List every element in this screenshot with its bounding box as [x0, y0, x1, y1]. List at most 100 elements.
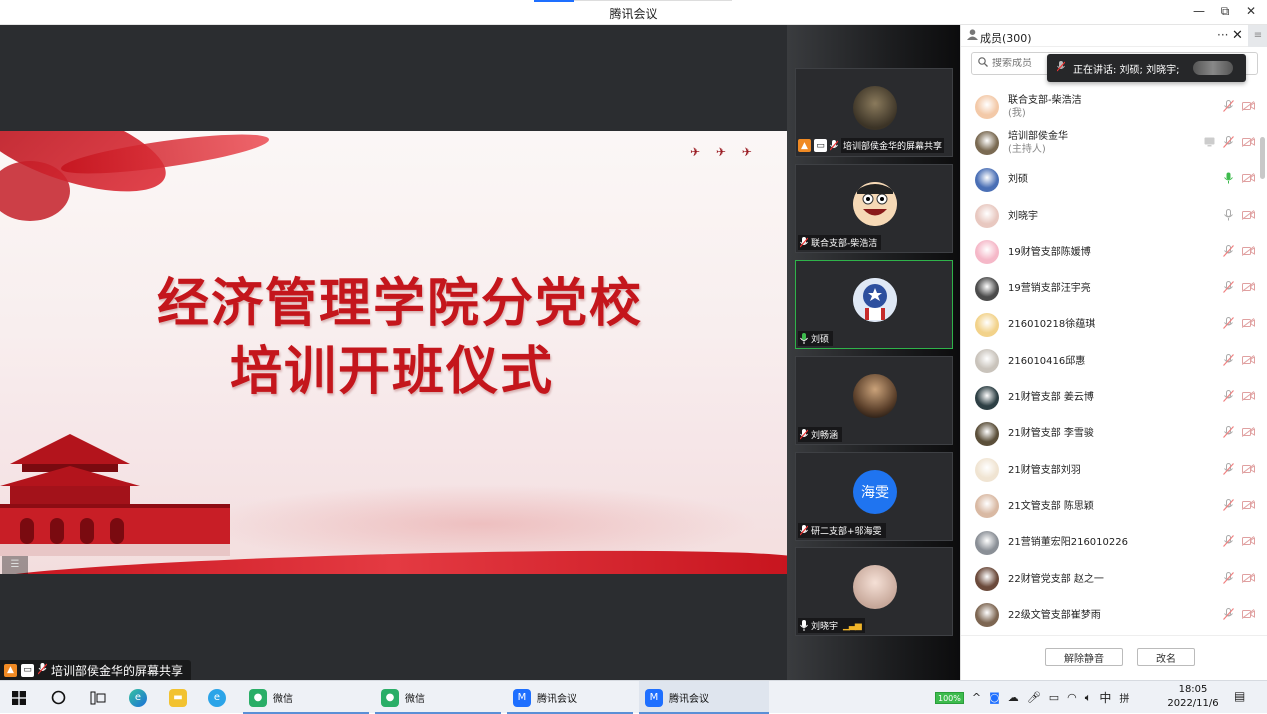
close-panel-button[interactable]: ✕: [1232, 28, 1243, 43]
taskbar-app-tencent-meeting-2[interactable]: M 腾讯会议: [639, 681, 769, 714]
titlebar-accent: [534, 0, 574, 2]
video-tile[interactable]: 联合支部-柴浩洁: [795, 164, 953, 253]
camera-off-icon[interactable]: [1241, 318, 1255, 331]
mic-on-icon[interactable]: [1223, 172, 1234, 187]
mic-muted-icon[interactable]: [1223, 281, 1234, 296]
camera-off-icon[interactable]: [1241, 463, 1255, 477]
onedrive-icon[interactable]: ☁: [1008, 691, 1019, 704]
member-name-block: 216010218徐蕴琪: [1008, 318, 1095, 331]
minimize-button[interactable]: —: [1193, 4, 1205, 19]
member-row[interactable]: 21财管支部刘羽: [961, 452, 1259, 488]
mic-muted-icon[interactable]: [1223, 498, 1234, 514]
window-titlebar: 腾讯会议 — ⧉ ✕: [0, 0, 1267, 25]
video-tile-active-speaker[interactable]: 刘硕: [795, 260, 953, 349]
mic-muted-icon[interactable]: [1223, 99, 1234, 115]
member-name: 21财管支部 姜云博: [1008, 392, 1094, 404]
camera-off-icon[interactable]: [1241, 137, 1255, 150]
member-avatar: [975, 458, 999, 483]
mic-muted-icon[interactable]: [1223, 244, 1234, 260]
restore-button[interactable]: ⧉: [1219, 4, 1231, 19]
mic-muted-icon[interactable]: [1223, 390, 1234, 405]
ie-icon: e: [208, 688, 226, 707]
member-row[interactable]: 21营销董宏阳216010226: [961, 525, 1259, 561]
panel-menu-icon[interactable]: ≡: [1248, 25, 1267, 47]
mic-muted-icon[interactable]: [1223, 535, 1234, 550]
member-row[interactable]: 216010218徐蕴琪: [961, 307, 1259, 343]
rename-button[interactable]: 改名: [1137, 648, 1195, 666]
member-row[interactable]: 21文管支部 陈思颖: [961, 488, 1259, 524]
slide-title-line-2: 培训开班仪式: [229, 342, 554, 402]
member-row[interactable]: 21财管支部 李雪骏: [961, 416, 1259, 452]
camera-off-icon[interactable]: [1241, 245, 1255, 259]
mic-muted-icon[interactable]: [1223, 317, 1234, 332]
member-row[interactable]: 21财管支部 姜云博: [961, 379, 1259, 415]
unmute-all-button[interactable]: 解除静音: [1045, 648, 1123, 666]
mic-muted-icon[interactable]: [1223, 571, 1234, 587]
camera-off-icon[interactable]: [1241, 391, 1255, 404]
video-tile[interactable]: 海雯 研二支部+邬海雯: [795, 452, 953, 541]
close-window-button[interactable]: ✕: [1245, 4, 1257, 19]
taskbar-app-wechat-1[interactable]: ● 微信: [243, 681, 369, 714]
member-name: 21财管支部 李雪骏: [1008, 428, 1094, 440]
chevron-up-icon[interactable]: ^: [972, 691, 981, 704]
member-row[interactable]: 22级文管支部崔梦雨: [961, 597, 1259, 633]
microphone-icon[interactable]: 🎤︎: [1027, 691, 1041, 704]
mic-muted-icon[interactable]: [1223, 426, 1234, 441]
member-row[interactable]: 培训部侯金华 (主持人): [961, 125, 1259, 161]
video-tile[interactable]: 刘晓宇 ▁▃▅: [795, 547, 953, 636]
file-explorer-button[interactable]: ▬: [169, 681, 187, 714]
battery-icon[interactable]: ▭: [1049, 691, 1059, 704]
camera-off-icon[interactable]: [1241, 100, 1255, 114]
battery-indicator[interactable]: 100%: [935, 691, 964, 704]
taskbar-clock[interactable]: 18:05 2022/11/6: [1163, 683, 1223, 711]
tray-app-icon[interactable]: ◙: [989, 691, 1000, 704]
ime-mode[interactable]: 拼: [1119, 690, 1129, 705]
mic-muted-icon[interactable]: [1223, 462, 1234, 478]
start-button[interactable]: [12, 681, 26, 714]
mic-muted-icon[interactable]: [1223, 607, 1234, 623]
camera-off-icon[interactable]: [1241, 427, 1255, 440]
notification-center-icon[interactable]: ▤: [1234, 689, 1245, 703]
member-row[interactable]: 19营销支部汪宇亮: [961, 270, 1259, 306]
camera-off-icon[interactable]: [1241, 209, 1255, 223]
camera-off-icon[interactable]: [1241, 282, 1255, 295]
mic-on-icon[interactable]: [1223, 208, 1234, 224]
ie-browser-button[interactable]: e: [208, 681, 226, 714]
task-view-button[interactable]: [90, 681, 106, 714]
member-row[interactable]: 216010416邱惠: [961, 343, 1259, 379]
member-name: 联合支部-柴浩洁: [1008, 95, 1082, 107]
taskbar-app-wechat-2[interactable]: ● 微信: [375, 681, 501, 714]
video-tile[interactable]: ▲ ▭ 培训部侯金华的屏幕共享: [795, 68, 953, 157]
camera-off-icon[interactable]: [1241, 536, 1255, 549]
taskbar-app-tencent-meeting-1[interactable]: M 腾讯会议: [507, 681, 633, 714]
member-search-input[interactable]: [992, 58, 1052, 69]
volume-icon[interactable]: 🔈︎: [1085, 691, 1092, 705]
camera-off-icon[interactable]: [1241, 354, 1255, 368]
ime-language[interactable]: 中: [1099, 689, 1111, 706]
camera-off-icon[interactable]: [1241, 173, 1255, 186]
camera-off-icon[interactable]: [1241, 608, 1255, 622]
more-options-icon[interactable]: ···: [1217, 28, 1228, 42]
shared-screen-stage[interactable]: ✈ ✈ ✈ 经济管理学院分党校 培训开班仪式 ☰: [0, 25, 787, 680]
mic-muted-icon[interactable]: [1223, 135, 1234, 151]
member-row[interactable]: 刘晓宇: [961, 198, 1259, 234]
member-name-block: 216010416邱惠: [1008, 355, 1085, 368]
mic-on-icon: [800, 620, 808, 631]
camera-off-icon[interactable]: [1241, 500, 1255, 513]
wifi-icon[interactable]: ◠: [1067, 691, 1077, 704]
member-row[interactable]: 刘硕: [961, 162, 1259, 198]
slide-menu-icon[interactable]: ☰: [2, 556, 28, 574]
edge-browser-button[interactable]: e: [129, 681, 147, 714]
members-count-title: 成员(300): [980, 32, 1032, 45]
member-row[interactable]: 19财管支部陈媛博: [961, 234, 1259, 270]
mic-muted-icon[interactable]: [1223, 353, 1234, 369]
screen-share-icon[interactable]: [1204, 137, 1215, 150]
member-name: 培训部侯金华: [1008, 131, 1068, 143]
video-tile[interactable]: 刘畅涵: [795, 356, 953, 445]
member-row[interactable]: 联合支部-柴浩洁 (我): [961, 89, 1259, 125]
search-circle-button[interactable]: [51, 681, 66, 714]
member-row[interactable]: 22财管党支部 赵之一: [961, 561, 1259, 597]
member-list-scrollbar[interactable]: [1260, 137, 1265, 179]
speaking-indicator-toast: 正在讲话: 刘硕; 刘晓宇;: [1047, 54, 1246, 82]
camera-off-icon[interactable]: [1241, 572, 1255, 586]
